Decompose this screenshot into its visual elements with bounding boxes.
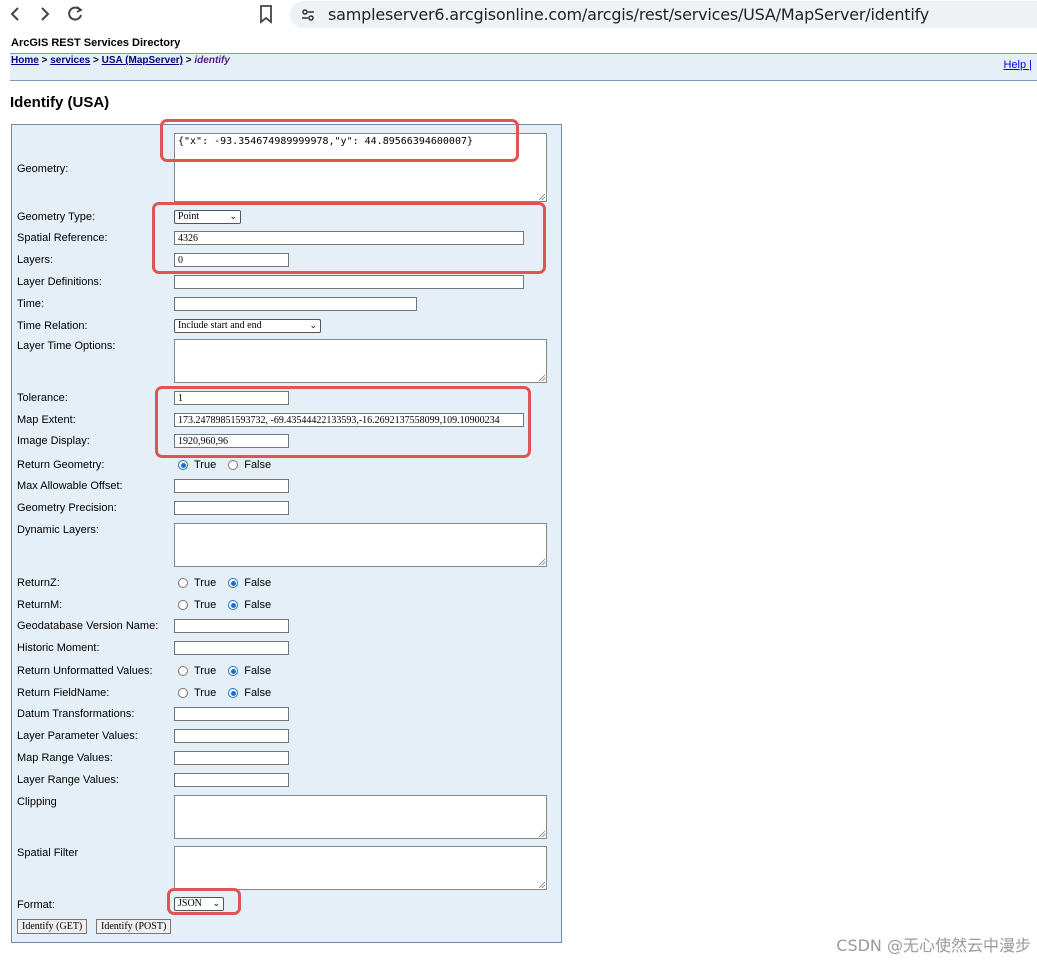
breadcrumb-home-link[interactable]: Home <box>11 55 39 66</box>
layers-label: Layers: <box>17 254 54 266</box>
historic-moment-label: Historic Moment: <box>17 642 100 654</box>
map-range-values-label: Map Range Values: <box>17 752 113 764</box>
clipping-label: Clipping <box>17 796 57 808</box>
max-allowable-offset-input[interactable] <box>174 479 289 493</box>
return-z-label: ReturnZ: <box>17 577 60 589</box>
chevron-down-icon: ⌄ <box>309 321 317 331</box>
map-extent-label: Map Extent: <box>17 414 76 426</box>
identify-get-button[interactable]: Identify (GET) <box>17 919 88 934</box>
bookmark-icon[interactable] <box>258 4 278 26</box>
return-unformatted-radio-group: True False <box>178 664 283 678</box>
identify-post-button[interactable]: Identify (POST) <box>96 919 172 934</box>
params-highlight-box <box>152 202 546 274</box>
geometry-precision-label: Geometry Precision: <box>17 502 117 514</box>
return-fieldname-radio-group: True False <box>178 686 283 700</box>
breadcrumb-services-link[interactable]: services <box>50 55 90 66</box>
breadcrumb: Home > services > USA (MapServer) > iden… <box>11 55 230 66</box>
spatial-filter-textarea[interactable] <box>174 846 547 890</box>
return-fieldname-true-radio[interactable] <box>178 688 188 698</box>
return-geometry-false-radio[interactable] <box>228 460 239 470</box>
time-input[interactable] <box>174 297 417 311</box>
return-m-true-radio[interactable] <box>178 600 188 610</box>
return-geometry-label: Return Geometry: <box>17 459 105 471</box>
radio-label: True <box>194 665 217 677</box>
return-z-radio-group: True False <box>178 576 283 590</box>
datum-transformations-label: Datum Transformations: <box>17 708 135 720</box>
time-relation-select[interactable]: Include start and end ⌄ <box>174 319 321 333</box>
return-z-false-radio[interactable] <box>228 578 239 588</box>
return-geometry-true-radio[interactable] <box>178 460 188 470</box>
breadcrumb-separator: > <box>90 55 102 66</box>
watermark-text: CSDN @无心使然云中漫步 <box>836 936 1031 955</box>
geometry-highlight-box <box>160 119 519 162</box>
directory-title: ArcGIS REST Services Directory <box>11 37 181 49</box>
return-unformatted-true-radio[interactable] <box>178 666 188 676</box>
return-m-radio-group: True False <box>178 598 283 612</box>
breadcrumb-bar: Home > services > USA (MapServer) > iden… <box>10 53 1037 81</box>
clipping-textarea[interactable] <box>174 795 547 839</box>
layer-definitions-label: Layer Definitions: <box>17 276 102 288</box>
max-allowable-offset-label: Max Allowable Offset: <box>17 480 123 492</box>
return-m-false-radio[interactable] <box>228 600 239 610</box>
map-range-values-input[interactable] <box>174 751 289 765</box>
layer-range-values-input[interactable] <box>174 773 289 787</box>
return-geometry-radio-group: True False <box>178 458 283 472</box>
return-z-true-radio[interactable] <box>178 578 188 588</box>
layer-definitions-input[interactable] <box>174 275 524 289</box>
radio-label: False <box>244 599 272 611</box>
layer-time-options-label: Layer Time Options: <box>17 340 116 352</box>
page-title: Identify (USA) <box>10 94 110 111</box>
extent-highlight-box <box>155 386 531 458</box>
return-unformatted-false-radio[interactable] <box>228 666 239 676</box>
radio-label: False <box>244 577 272 589</box>
return-m-label: ReturnM: <box>17 599 63 611</box>
radio-label: False <box>244 665 272 677</box>
radio-label: False <box>244 687 272 699</box>
datum-transformations-input[interactable] <box>174 707 289 721</box>
geometry-precision-input[interactable] <box>174 501 289 515</box>
radio-label: True <box>194 599 217 611</box>
format-label: Format: <box>17 899 55 911</box>
url-text: sampleserver6.arcgisonline.com/arcgis/re… <box>328 5 930 24</box>
address-bar[interactable]: sampleserver6.arcgisonline.com/arcgis/re… <box>290 1 1037 28</box>
site-settings-icon[interactable] <box>300 7 316 23</box>
time-label: Time: <box>17 298 45 310</box>
geometry-label: Geometry: <box>17 163 69 175</box>
layer-range-values-label: Layer Range Values: <box>17 774 119 786</box>
gdb-version-input[interactable] <box>174 619 289 633</box>
browser-toolbar: sampleserver6.arcgisonline.com/arcgis/re… <box>0 0 1037 30</box>
tolerance-label: Tolerance: <box>17 392 68 404</box>
radio-label: True <box>194 459 217 471</box>
reload-icon[interactable] <box>63 2 87 26</box>
format-highlight-box <box>167 888 241 915</box>
breadcrumb-separator: > <box>38 55 51 66</box>
forward-icon[interactable] <box>33 2 57 26</box>
historic-moment-input[interactable] <box>174 641 289 655</box>
spatial-filter-label: Spatial Filter <box>17 847 79 859</box>
breadcrumb-identify-current: identify <box>194 55 230 66</box>
return-unformatted-label: Return Unformatted Values: <box>17 665 153 677</box>
breadcrumb-usa-link[interactable]: USA (MapServer) <box>102 55 183 66</box>
time-relation-label: Time Relation: <box>17 320 88 332</box>
radio-label: True <box>194 577 217 589</box>
time-relation-value: Include start and end <box>178 320 262 331</box>
radio-label: False <box>244 459 272 471</box>
spatial-reference-label: Spatial Reference: <box>17 232 108 244</box>
breadcrumb-separator: > <box>182 55 195 66</box>
image-display-label: Image Display: <box>17 435 90 447</box>
geometry-type-label: Geometry Type: <box>17 211 96 223</box>
return-fieldname-false-radio[interactable] <box>228 688 239 698</box>
gdb-version-label: Geodatabase Version Name: <box>17 620 159 632</box>
back-icon[interactable] <box>3 2 27 26</box>
return-fieldname-label: Return FieldName: <box>17 687 110 699</box>
help-link[interactable]: Help | <box>1003 59 1032 71</box>
layer-parameter-values-label: Layer Parameter Values: <box>17 730 138 742</box>
layer-parameter-values-input[interactable] <box>174 729 289 743</box>
radio-label: True <box>194 687 217 699</box>
layer-time-options-textarea[interactable] <box>174 339 547 383</box>
dynamic-layers-label: Dynamic Layers: <box>17 524 99 536</box>
dynamic-layers-textarea[interactable] <box>174 523 547 567</box>
